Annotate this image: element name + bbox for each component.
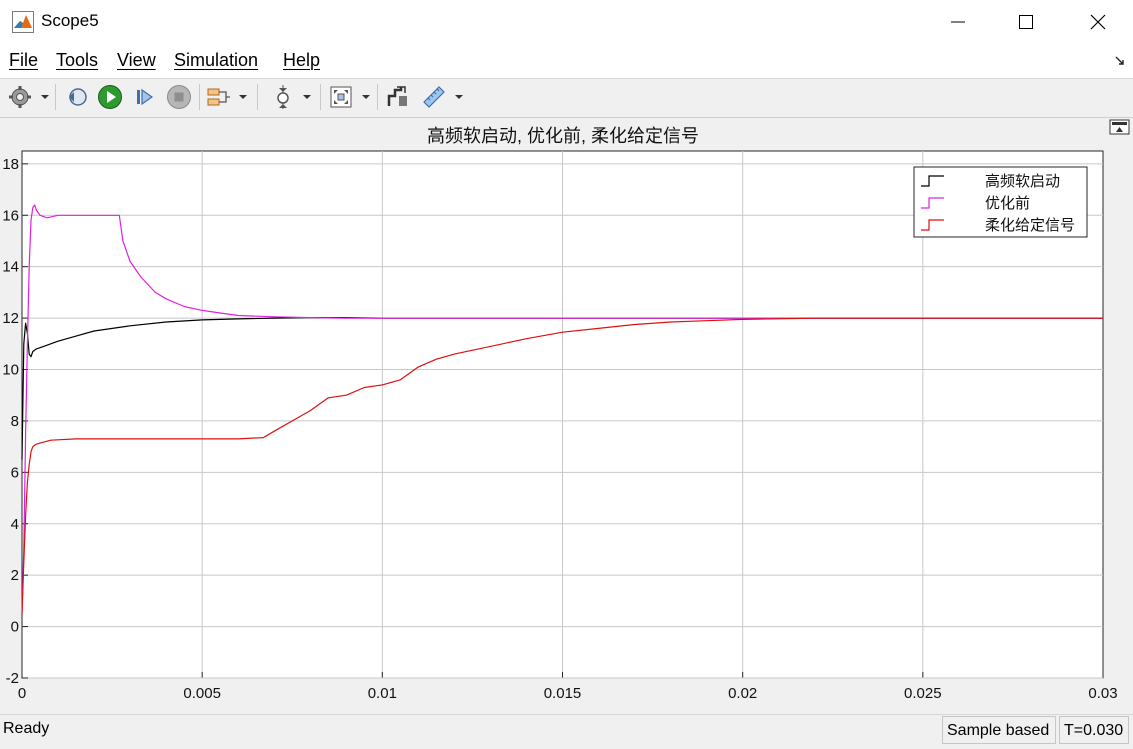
toolbar-separator <box>377 84 378 110</box>
toolbar-separator <box>257 84 258 110</box>
y-tick-label: 18 <box>2 156 19 173</box>
scope-plot-area: 高频软启动, 优化前, 柔化给定信号 0 0.005 0.01 0.015 0.02 0.… <box>0 118 1133 714</box>
settings-button[interactable] <box>7 84 33 110</box>
menu-tools[interactable]: Tools <box>56 50 98 71</box>
legend-entry: 柔化给定信号 <box>985 217 1075 234</box>
x-tick-label: 0.025 <box>904 685 942 702</box>
zoom-button[interactable] <box>270 84 296 110</box>
y-tick-label: 10 <box>2 362 19 379</box>
measure-button[interactable] <box>421 84 447 110</box>
y-tick-label: 14 <box>2 259 19 276</box>
menu-view[interactable]: View <box>117 50 156 71</box>
cursor-measure-icon <box>387 86 407 106</box>
y-tick-label: -2 <box>6 670 19 687</box>
settings-dropdown-icon[interactable] <box>41 93 49 101</box>
menu-simulation[interactable]: Simulation <box>174 50 258 71</box>
signal-dropdown-icon[interactable] <box>239 93 247 101</box>
y-tick-label: 2 <box>11 567 19 584</box>
matlab-logo-icon <box>12 11 34 33</box>
title-bar: Scope5 <box>0 0 1133 44</box>
scope-chart[interactable]: 高频软启动, 优化前, 柔化给定信号 0 0.005 0.01 0.015 0.02 0.… <box>0 118 1133 714</box>
close-icon <box>1090 14 1106 30</box>
x-tick-label: 0.01 <box>368 685 397 702</box>
fit-to-view-button[interactable] <box>328 84 354 110</box>
stop-button[interactable] <box>166 84 192 110</box>
legend-entry: 高频软启动 <box>985 173 1060 190</box>
y-tick-label: 8 <box>11 413 19 430</box>
cursor-measure-button[interactable] <box>385 84 411 110</box>
y-tick-label: 4 <box>11 516 19 533</box>
menu-bar <box>0 44 1133 78</box>
fit-to-view-icon <box>330 86 352 108</box>
y-tick-label: 6 <box>11 464 19 481</box>
window-title: Scope5 <box>41 11 99 30</box>
status-text: Ready <box>3 720 50 737</box>
close-button[interactable] <box>1075 0 1121 44</box>
x-tick-label: 0.02 <box>728 685 757 702</box>
menu-file[interactable]: File <box>9 50 38 71</box>
signal-block-button[interactable] <box>206 84 232 110</box>
undock-axes-icon[interactable] <box>1109 119 1130 135</box>
y-tick-label: 0 <box>11 619 19 636</box>
restore-button[interactable] <box>64 84 90 110</box>
signal-block-icon <box>207 88 230 106</box>
maximize-button[interactable] <box>1003 0 1049 44</box>
dock-arrow-icon[interactable] <box>1114 55 1126 67</box>
y-tick-label: 12 <box>2 310 19 327</box>
measure-dropdown-icon[interactable] <box>455 93 463 101</box>
minimize-button[interactable] <box>935 0 981 44</box>
fit-dropdown-icon[interactable] <box>362 93 370 101</box>
sample-mode-indicator: Sample based <box>942 716 1056 744</box>
run-button[interactable] <box>97 84 123 110</box>
stop-icon <box>167 85 191 109</box>
chart-title: 高频软启动, 优化前, 柔化给定信号 <box>427 126 699 146</box>
toolbar-separator <box>55 84 56 110</box>
x-tick-label: 0 <box>18 685 26 702</box>
x-tick-label: 0.015 <box>544 685 582 702</box>
simulation-time-indicator: T=0.030 <box>1059 716 1129 744</box>
x-tick-label: 0.03 <box>1088 685 1117 702</box>
zoom-icon <box>277 85 289 109</box>
step-forward-icon <box>137 88 154 106</box>
zoom-dropdown-icon[interactable] <box>303 93 311 101</box>
run-icon <box>98 85 122 109</box>
minimize-icon <box>951 21 965 23</box>
toolbar-separator <box>199 84 200 110</box>
maximize-icon <box>1019 15 1033 29</box>
legend-entry: 优化前 <box>985 195 1030 212</box>
toolbar-separator <box>320 84 321 110</box>
x-tick-label: 0.005 <box>183 685 221 702</box>
measure-icon <box>423 86 445 108</box>
menu-help[interactable]: Help <box>283 50 320 71</box>
y-tick-label: 16 <box>2 207 19 224</box>
restore-icon <box>69 88 87 106</box>
gear-icon <box>9 86 31 108</box>
legend: 高频软启动优化前柔化给定信号 <box>913 166 1088 238</box>
step-forward-button[interactable] <box>132 84 158 110</box>
